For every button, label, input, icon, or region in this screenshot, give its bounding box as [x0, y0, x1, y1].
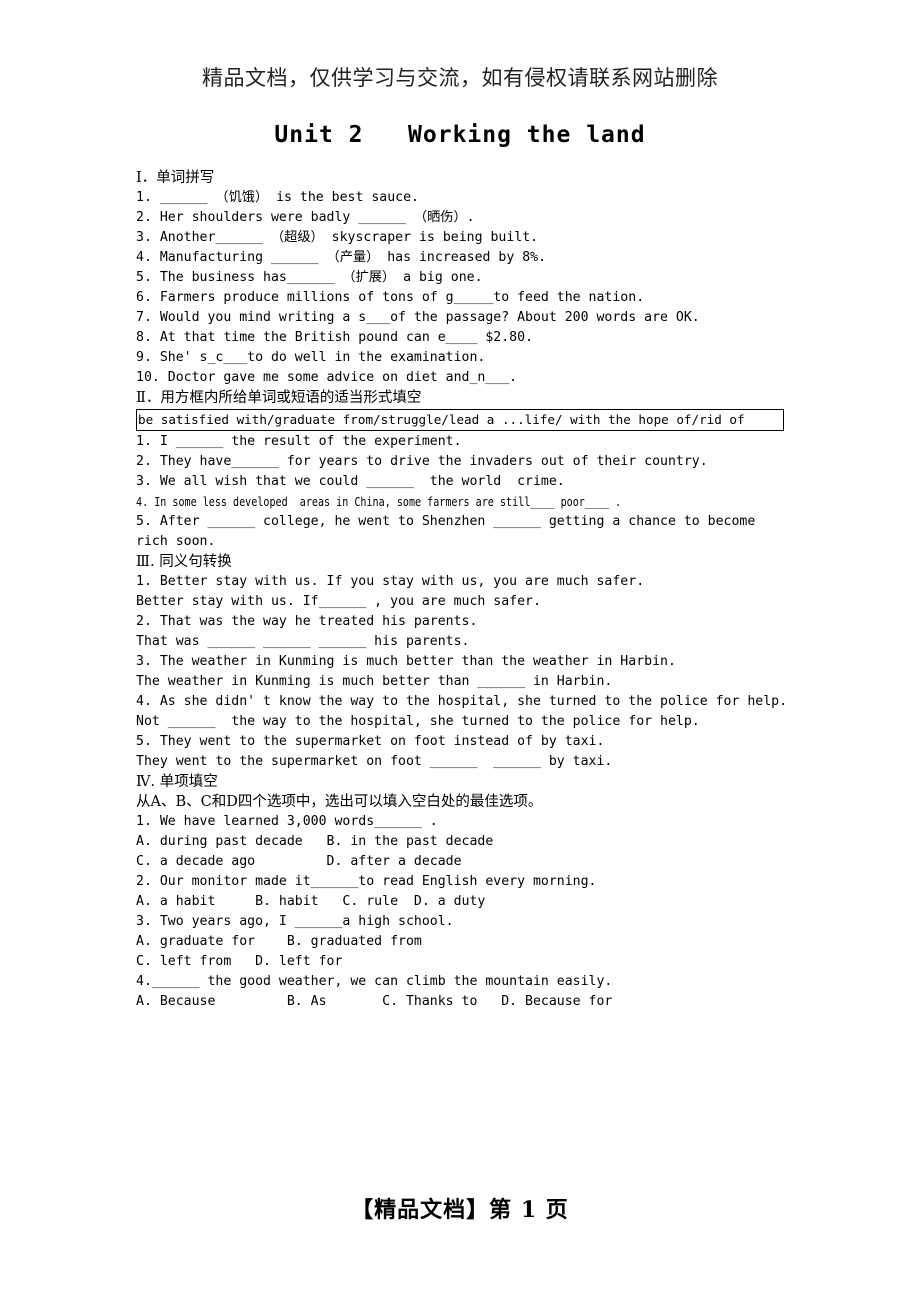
exercise-line: 10. Doctor gave me some advice on diet a…	[136, 370, 518, 385]
exercise-line: 3. We all wish that we could ______ the …	[136, 474, 565, 489]
word-bank-box: be satisfied with/graduate from/struggle…	[136, 409, 784, 431]
section-heading-3: Ⅲ. 同义句转换	[136, 554, 232, 570]
exercise-line: 1. ______ （饥饿） is the best sauce.	[136, 190, 419, 205]
exercise-line: The weather in Kunming is much better th…	[136, 674, 613, 689]
section-heading-2: Ⅱ．用方框内所给单词或短语的适当形式填空	[136, 390, 422, 406]
section-heading-1: Ⅰ．单词拼写	[136, 170, 215, 186]
question-options: A. during past decade B. in the past dec…	[136, 834, 494, 849]
exercise-line: 2. That was the way he treated his paren…	[136, 614, 478, 629]
section-instruction: 从A、B、C和D四个选项中，选出可以填入空白处的最佳选项。	[136, 794, 543, 810]
exercise-line: 1. I ______ the result of the experiment…	[136, 434, 462, 449]
exercise-line: Not ______ the way to the hospital, she …	[136, 714, 700, 729]
exercise-line: 2. They have______ for years to drive th…	[136, 454, 708, 469]
question-stem: 1. We have learned 3,000 words______ .	[136, 814, 438, 829]
question-stem: 4.______ the good weather, we can climb …	[136, 974, 613, 989]
exercise-line: 3. Another______ （超级） skyscraper is bein…	[136, 230, 539, 245]
exercise-line: 6. Farmers produce millions of tons of g…	[136, 290, 645, 305]
exercise-line: 4. In some less developed areas in China…	[136, 494, 622, 509]
question-stem: 3. Two years ago, I ______a high school.	[136, 914, 454, 929]
document-body: Ⅰ．单词拼写 1. ______ （饥饿） is the best sauce.…	[136, 168, 796, 1012]
watermark-header: 精品文档，仅供学习与交流，如有侵权请联系网站删除	[202, 66, 718, 90]
question-options: A. a habit B. habit C. rule D. a duty	[136, 894, 486, 909]
exercise-line: 9. She' s_c___to do well in the examinat…	[136, 350, 486, 365]
exercise-line: 1. Better stay with us. If you stay with…	[136, 574, 645, 589]
question-options: A. graduate for B. graduated from	[136, 934, 422, 949]
exercise-line: Better stay with us. If______ , you are …	[136, 594, 541, 609]
page-footer: 【精品文档】第 1 页	[351, 1197, 569, 1223]
exercise-line: 2. Her shoulders were badly ______ （晒伤）.	[136, 210, 475, 225]
exercise-line: 4. Manufacturing ______ （产量） has increas…	[136, 250, 547, 265]
question-options: C. a decade ago D. after a decade	[136, 854, 462, 869]
exercise-line: 4. As she didn' t know the way to the ho…	[136, 694, 788, 709]
exercise-line: 5. After ______ college, he went to Shen…	[136, 514, 756, 529]
page-title: Unit 2 Working the land	[274, 122, 646, 148]
section-heading-4: Ⅳ. 单项填空	[136, 774, 218, 790]
exercise-line: 8. At that time the British pound can e_…	[136, 330, 533, 345]
exercise-line: They went to the supermarket on foot ___…	[136, 754, 613, 769]
question-options: A. Because B. As C. Thanks to D. Because…	[136, 994, 613, 1009]
question-options: C. left from D. left for	[136, 954, 343, 969]
exercise-line-continued: rich soon.	[136, 534, 216, 549]
question-stem: 2. Our monitor made it______to read Engl…	[136, 874, 597, 889]
exercise-line: 5. They went to the supermarket on foot …	[136, 734, 605, 749]
exercise-line: 5. The business has______ （扩展） a big one…	[136, 270, 483, 285]
document-page: 精品文档，仅供学习与交流，如有侵权请联系网站删除 Unit 2 Working …	[0, 0, 920, 1302]
exercise-line: 3. The weather in Kunming is much better…	[136, 654, 676, 669]
exercise-line: That was ______ ______ ______ his parent…	[136, 634, 470, 649]
exercise-line: 7. Would you mind writing a s___of the p…	[136, 310, 700, 325]
